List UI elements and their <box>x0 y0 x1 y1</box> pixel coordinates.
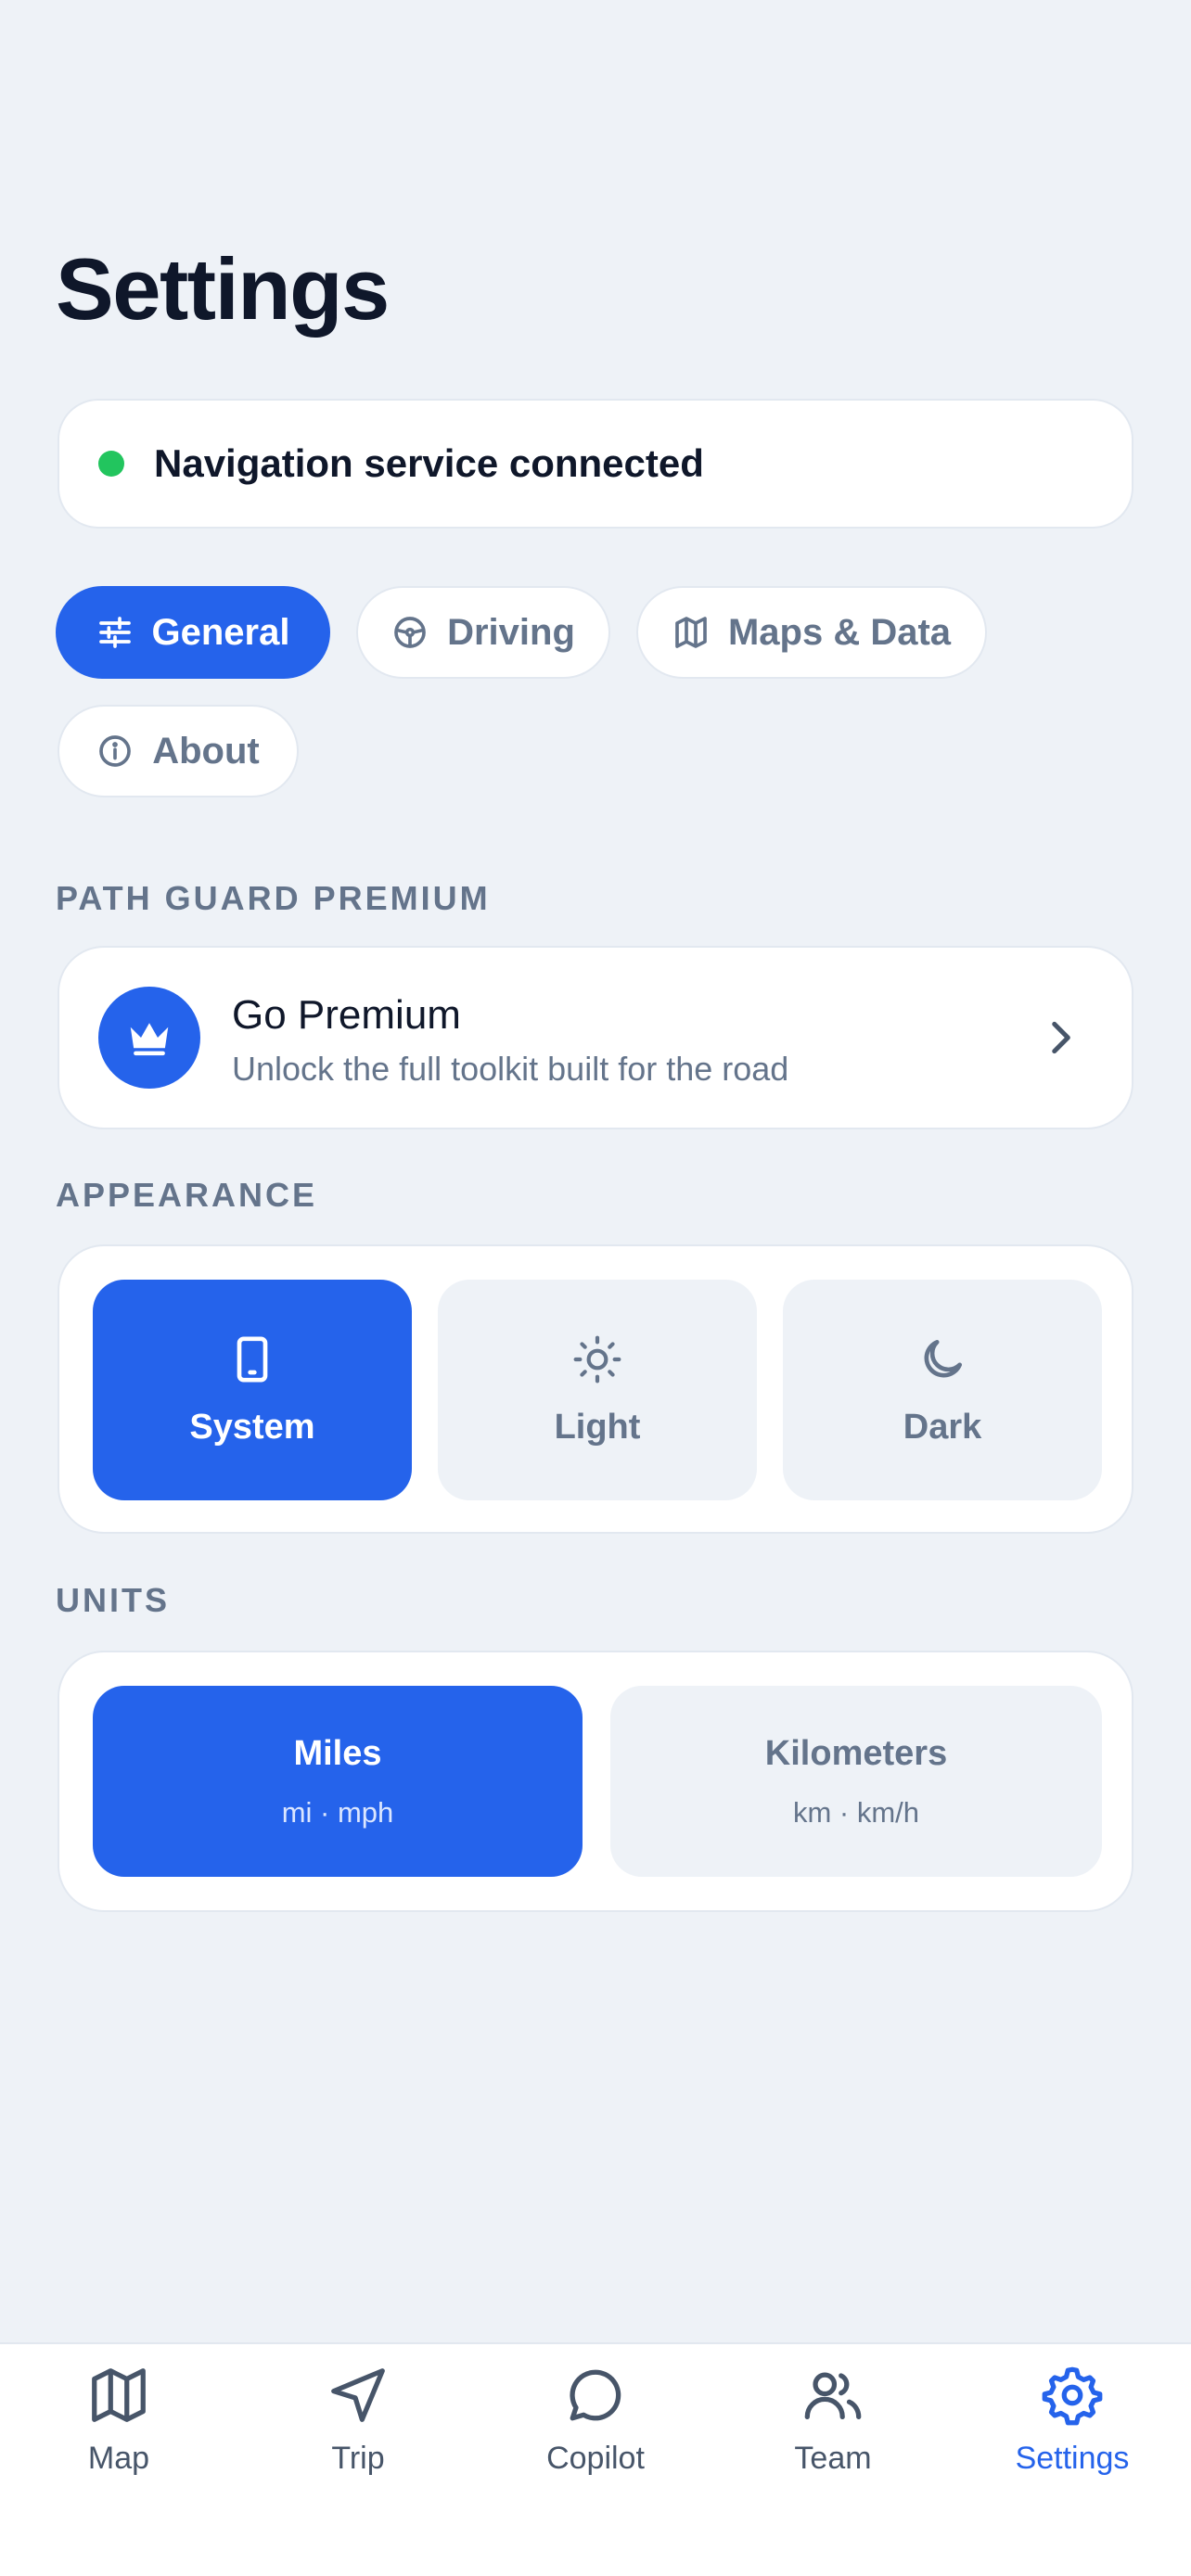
page-title: Settings <box>56 240 390 338</box>
nav-trip-label: Trip <box>331 2441 385 2476</box>
settings-screen: Settings Navigation service connected Ge… <box>0 0 1191 2576</box>
nav-map-label: Map <box>87 2441 150 2476</box>
status-text: Navigation service connected <box>154 441 704 485</box>
appearance-light-option[interactable]: Light <box>438 1280 757 1500</box>
tab-about[interactable]: About <box>58 705 299 797</box>
moon-icon <box>924 1339 962 1377</box>
nav-trip[interactable]: Trip <box>256 2363 460 2502</box>
tab-general-label: General <box>151 611 290 653</box>
go-premium-card[interactable]: Go Premium Unlock the full toolkit built… <box>58 946 1133 1129</box>
appearance-system-option[interactable]: System <box>93 1280 412 1500</box>
gear-icon <box>1042 2366 1103 2426</box>
premium-title: Go Premium <box>232 992 461 1038</box>
appearance-card: System Light Dark <box>58 1244 1133 1534</box>
info-icon <box>99 735 132 767</box>
chat-bubble-icon <box>570 2369 621 2421</box>
nav-team-label: Team <box>794 2441 872 2476</box>
units-card: Miles mi · mph Kilometers km · km/h <box>58 1651 1133 1912</box>
nav-copilot-label: Copilot <box>546 2441 645 2476</box>
units-kilometers-sub: km · km/h <box>792 1795 920 1829</box>
units-miles-option[interactable]: Miles mi · mph <box>93 1686 583 1877</box>
bottom-tab-bar: Map Trip Copilot Team Settings <box>0 2342 1191 2576</box>
premium-subtitle: Unlock the full toolkit built for the ro… <box>232 1050 789 1088</box>
tab-maps-data[interactable]: Maps & Data <box>636 586 987 679</box>
sliders-icon <box>98 617 131 648</box>
nav-team[interactable]: Team <box>731 2363 935 2502</box>
tab-driving[interactable]: Driving <box>356 586 610 679</box>
nav-settings[interactable]: Settings <box>970 2363 1174 2502</box>
units-kilometers-label: Kilometers <box>764 1733 948 1773</box>
nav-map[interactable]: Map <box>17 2363 221 2502</box>
chevron-right-icon <box>1052 1021 1070 1054</box>
units-miles-label: Miles <box>293 1733 382 1773</box>
crown-icon <box>130 1023 169 1056</box>
tab-maps-data-label: Maps & Data <box>727 611 952 653</box>
premium-section-label: PATH GUARD PREMIUM <box>56 879 491 917</box>
navigation-arrow-icon <box>331 2368 385 2422</box>
nav-settings-label: Settings <box>1015 2441 1130 2476</box>
appearance-system-label: System <box>189 1407 315 1447</box>
map-icon <box>675 617 707 648</box>
steering-wheel-icon <box>394 617 426 648</box>
appearance-dark-label: Dark <box>903 1407 982 1447</box>
map-icon <box>92 2368 146 2422</box>
tab-about-label: About <box>152 730 260 772</box>
tab-driving-label: Driving <box>447 611 575 653</box>
appearance-dark-option[interactable]: Dark <box>783 1280 1102 1500</box>
users-icon <box>804 2372 862 2419</box>
sun-icon <box>573 1335 621 1383</box>
units-kilometers-option[interactable]: Kilometers km · km/h <box>610 1686 1102 1877</box>
phone-icon <box>237 1336 268 1382</box>
connection-status-card: Navigation service connected <box>58 399 1133 529</box>
appearance-section-label: APPEARANCE <box>56 1176 318 1214</box>
status-dot-icon <box>98 451 124 477</box>
units-section-label: UNITS <box>56 1581 170 1619</box>
nav-copilot[interactable]: Copilot <box>493 2363 698 2502</box>
appearance-light-label: Light <box>554 1407 641 1447</box>
units-miles-sub: mi · mph <box>281 1795 394 1829</box>
tab-general[interactable]: General <box>56 586 330 679</box>
premium-badge <box>98 987 200 1089</box>
